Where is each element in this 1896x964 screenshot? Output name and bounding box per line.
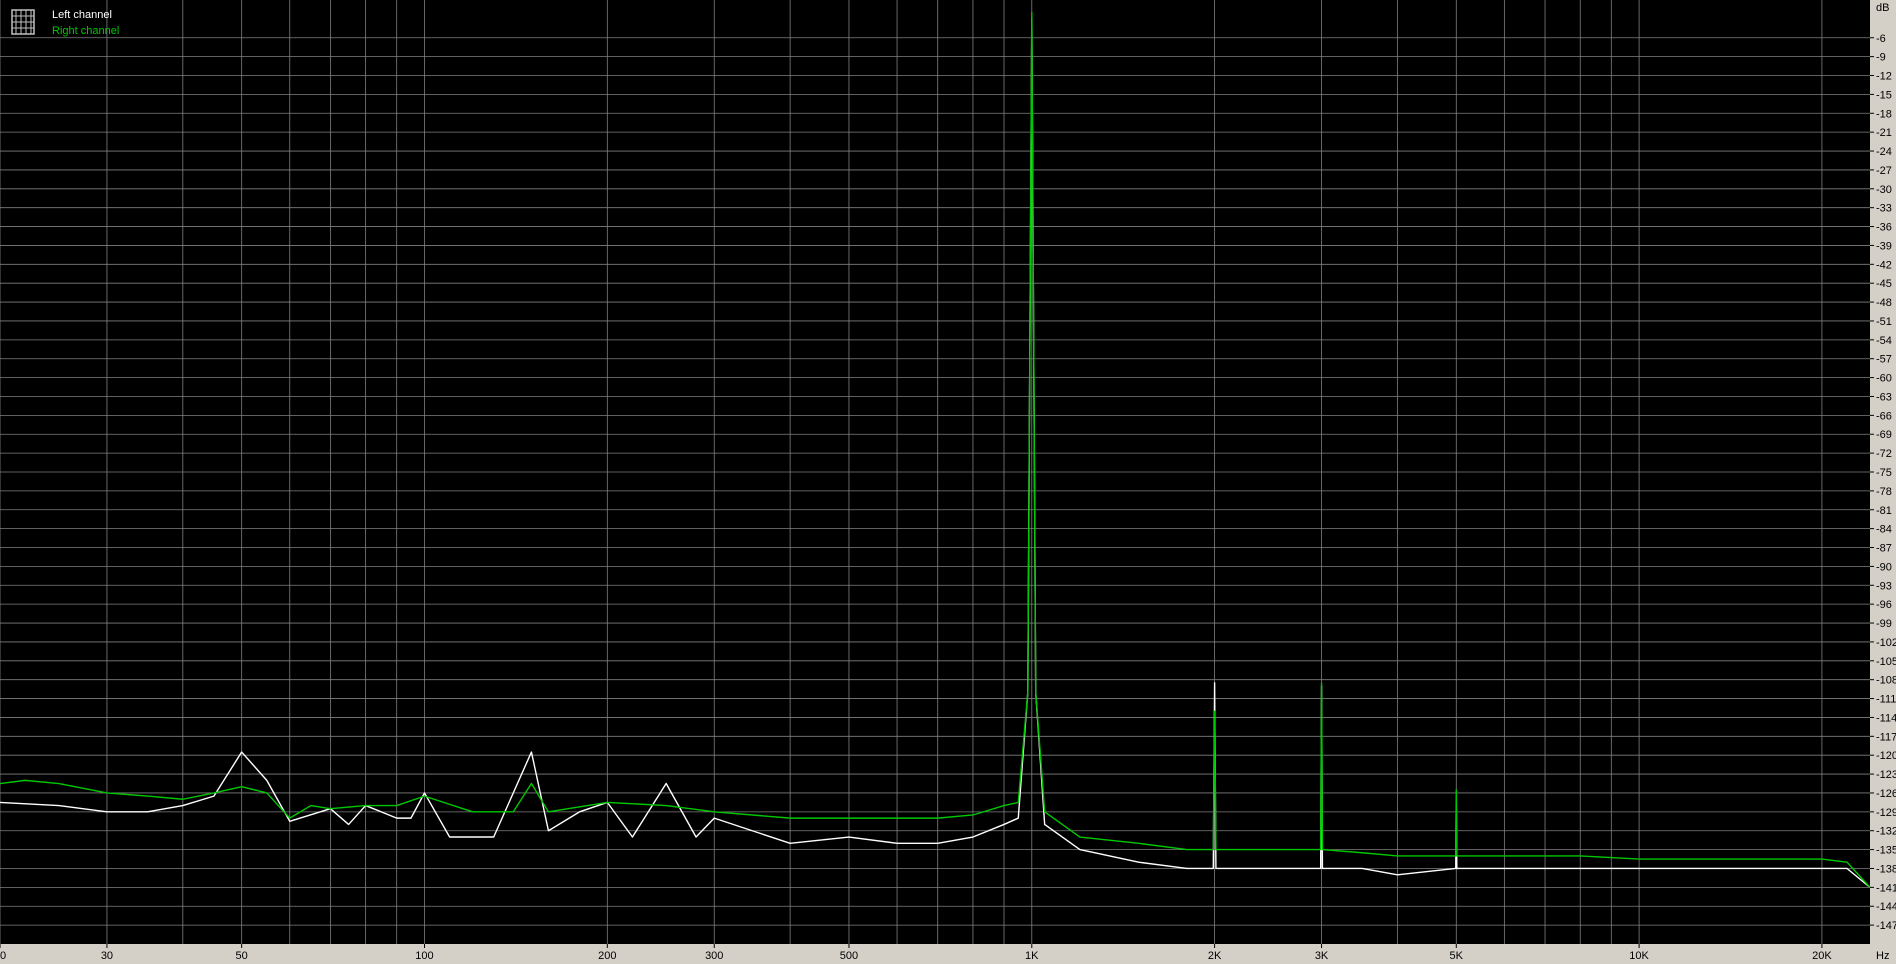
x-tick-label: 5K [1450, 950, 1464, 962]
y-tick-label: -81 [1876, 505, 1892, 517]
x-tick-label: 50 [236, 950, 248, 962]
chart-grid-icon[interactable] [11, 9, 35, 35]
y-tick-label: -24 [1876, 146, 1892, 158]
y-tick-label: -72 [1876, 448, 1892, 460]
y-tick-label: -66 [1876, 410, 1892, 422]
y-tick-label: -132 [1876, 826, 1896, 838]
x-tick-label: 200 [598, 950, 616, 962]
y-tick-label: -108 [1876, 675, 1896, 687]
y-tick-label: -141 [1876, 882, 1896, 894]
y-tick-label: -69 [1876, 429, 1892, 441]
y-tick-label: -57 [1876, 354, 1892, 366]
legend-left-channel: Left channel [52, 9, 112, 21]
y-tick-label: -84 [1876, 524, 1892, 536]
x-tick-label: 20K [1812, 950, 1832, 962]
y-tick-label: -144 [1876, 901, 1896, 913]
legend-right-channel: Right channel [52, 25, 119, 37]
y-tick-label: -105 [1876, 656, 1896, 668]
y-tick-label: -60 [1876, 373, 1892, 385]
y-tick-label: -36 [1876, 222, 1892, 234]
y-tick-label: -87 [1876, 543, 1892, 555]
y-tick-label: -99 [1876, 618, 1892, 630]
y-tick-label: -120 [1876, 750, 1896, 762]
x-tick-label: 1K [1025, 950, 1039, 962]
x-tick-label: 100 [415, 950, 433, 962]
y-tick-label: -51 [1876, 316, 1892, 328]
y-tick-label: -126 [1876, 788, 1896, 800]
y-tick-label: -54 [1876, 335, 1892, 347]
x-tick-label: 30 [101, 950, 113, 962]
x-tick-label: 10K [1629, 950, 1649, 962]
y-tick-label: -9 [1876, 52, 1886, 64]
x-tick-label: 3K [1315, 950, 1329, 962]
y-tick-label: -75 [1876, 467, 1892, 479]
y-tick-label: -129 [1876, 807, 1896, 819]
y-tick-label: -12 [1876, 71, 1892, 83]
y-tick-label: -111 [1876, 694, 1896, 706]
y-tick-label: -147 [1876, 920, 1896, 932]
y-tick-label: -45 [1876, 278, 1892, 290]
y-tick-label: -93 [1876, 580, 1892, 592]
y-tick-label: -39 [1876, 240, 1892, 252]
x-tick-label: 2K [1208, 950, 1222, 962]
y-tick-label: -33 [1876, 203, 1892, 215]
y-tick-label: -90 [1876, 561, 1892, 573]
spectrum-chart: -6 -9 -12 -15 -18 -21 -24 -27 -30 -33 -36 -39 -42 -45… [0, 0, 1896, 964]
y-tick-label: -96 [1876, 599, 1892, 611]
y-axis-unit: dB [1876, 2, 1889, 14]
y-tick-label: -18 [1876, 108, 1892, 120]
y-tick-label: -102 [1876, 637, 1896, 649]
y-tick-label: -138 [1876, 863, 1896, 875]
y-tick-label: -78 [1876, 486, 1892, 498]
x-tick-label: 20 [0, 950, 6, 962]
y-tick-label: -27 [1876, 165, 1892, 177]
y-tick-label: -63 [1876, 391, 1892, 403]
y-tick-label: -15 [1876, 89, 1892, 101]
y-tick-label: -135 [1876, 845, 1896, 857]
x-tick-label: 500 [840, 950, 858, 962]
y-tick-label: -117 [1876, 731, 1896, 743]
y-tick-label: -48 [1876, 297, 1892, 309]
x-tick-label: 300 [705, 950, 723, 962]
x-axis-unit: Hz [1876, 950, 1889, 962]
y-tick-label: -123 [1876, 769, 1896, 781]
y-tick-label: -21 [1876, 127, 1892, 139]
y-tick-label: -42 [1876, 259, 1892, 271]
y-tick-label: -114 [1876, 712, 1896, 724]
y-tick-label: -30 [1876, 184, 1892, 196]
y-tick-label: -6 [1876, 33, 1886, 45]
